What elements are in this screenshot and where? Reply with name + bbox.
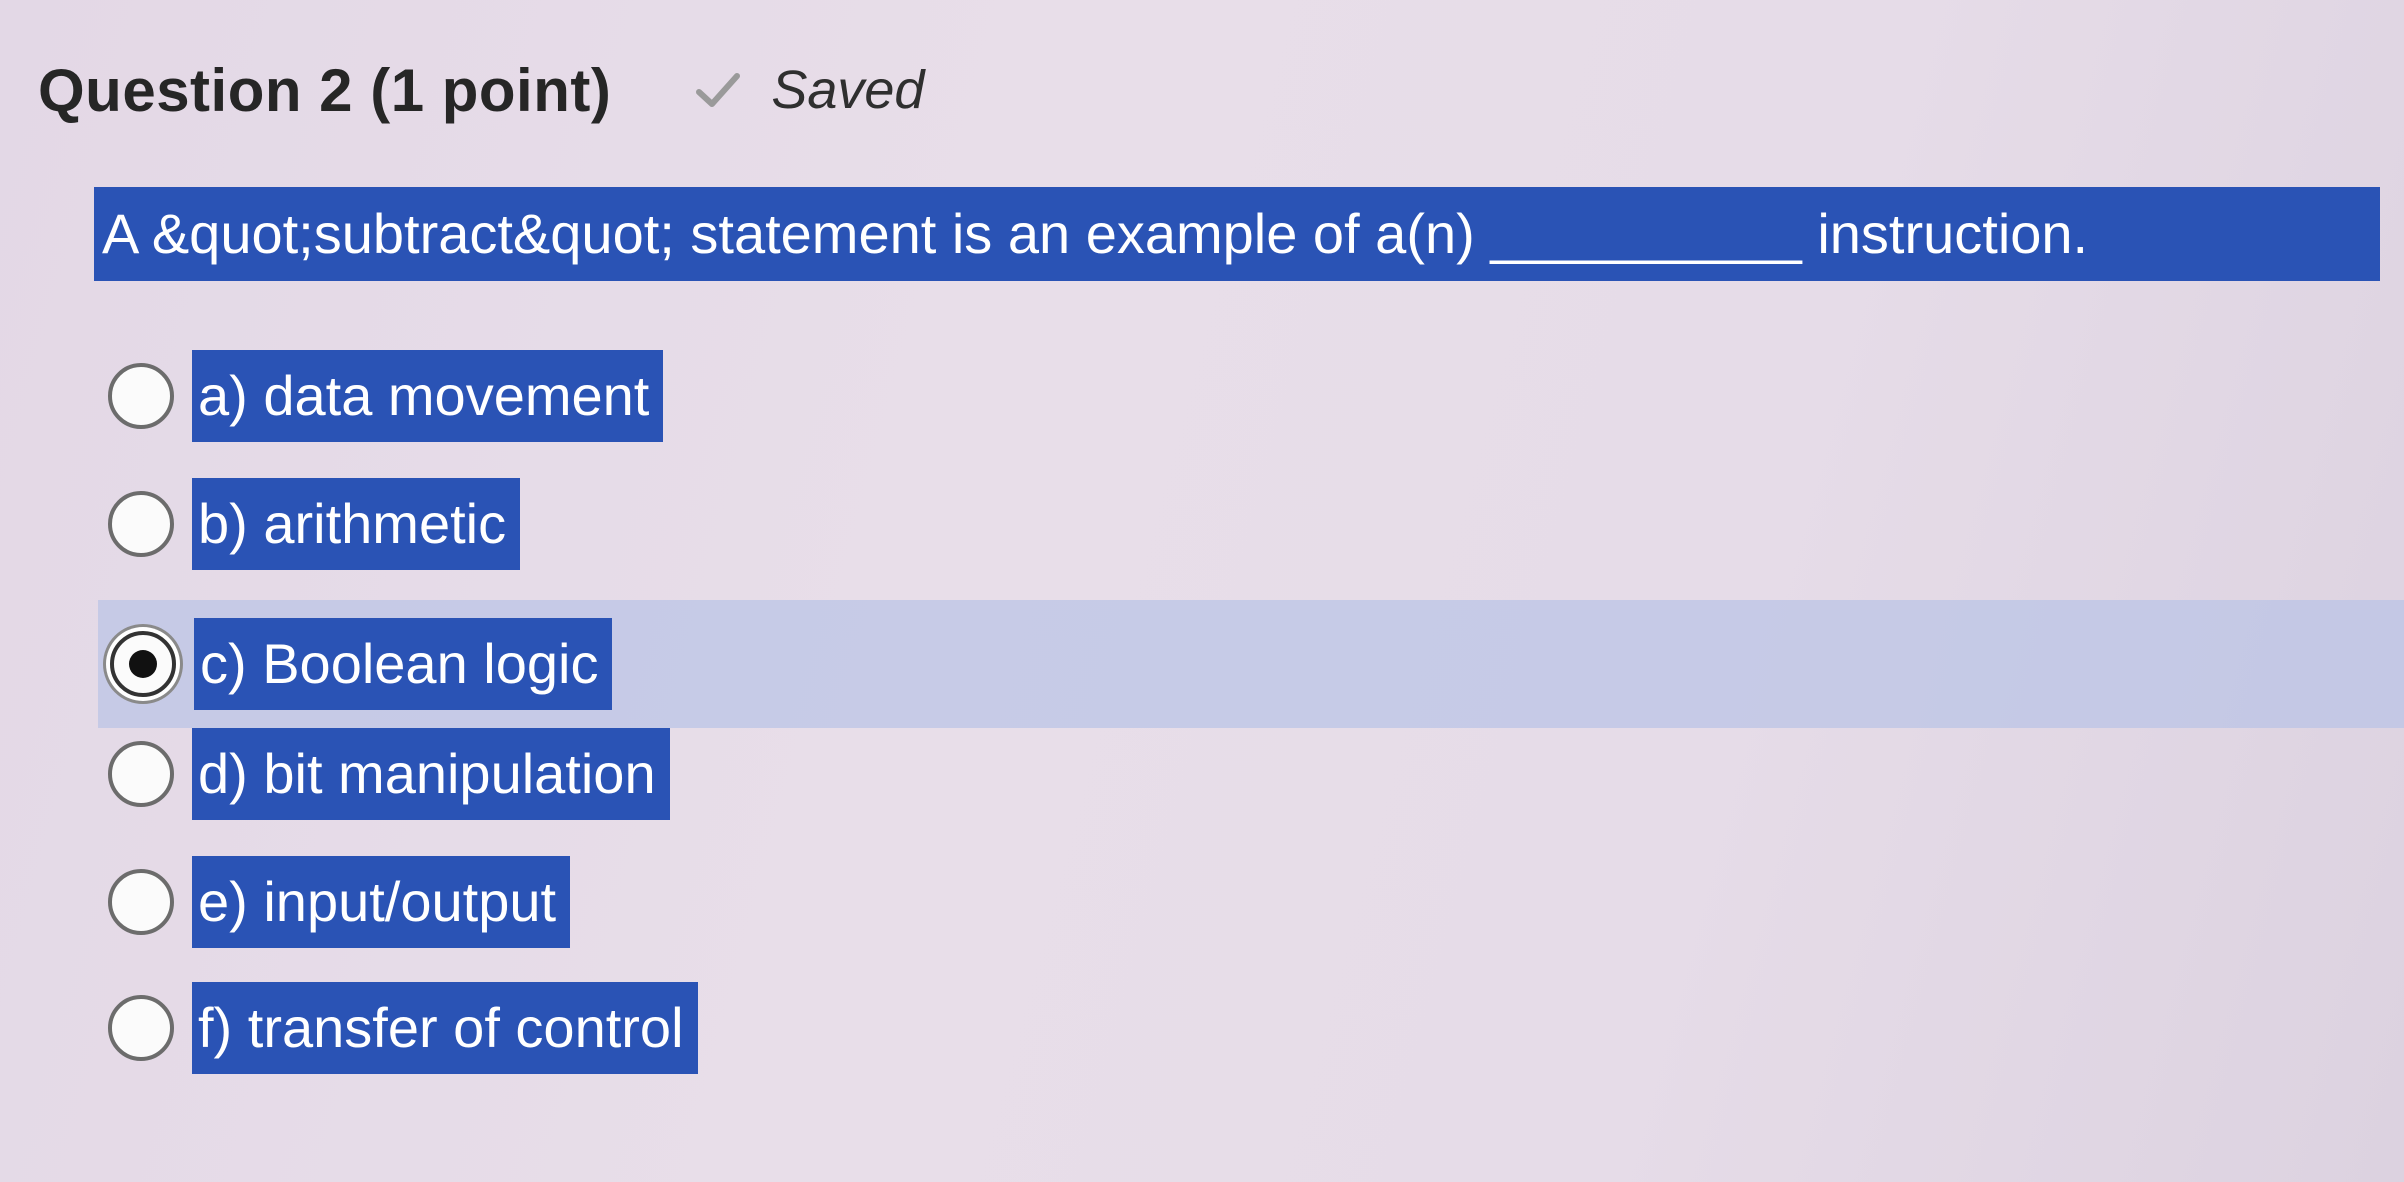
quiz-question: Question 2 (1 point) Saved A &quot;subtr… — [0, 0, 2404, 1182]
radio-button-c[interactable] — [110, 631, 176, 697]
radio-button-e[interactable] — [108, 869, 174, 935]
radio-selected-dot — [129, 650, 157, 678]
question-text: A &quot;subtract&quot; statement is an e… — [94, 187, 2380, 281]
option-label-b[interactable]: b) arithmetic — [192, 478, 521, 570]
question-header: Question 2 (1 point) Saved — [38, 50, 924, 130]
option-label-c[interactable]: c) Boolean logic — [194, 618, 613, 710]
option-e[interactable]: e) input/output — [100, 856, 571, 948]
radio-button-d[interactable] — [108, 741, 174, 807]
checkmark-icon — [696, 73, 741, 107]
option-label-f[interactable]: f) transfer of control — [192, 982, 698, 1074]
option-label-e[interactable]: e) input/output — [192, 856, 571, 948]
option-f[interactable]: f) transfer of control — [100, 982, 698, 1074]
radio-button-f[interactable] — [108, 995, 174, 1061]
option-a[interactable]: a) data movement — [100, 350, 664, 442]
option-c[interactable]: c) Boolean logic — [98, 600, 2404, 728]
saved-status: Saved — [695, 59, 924, 121]
option-b[interactable]: b) arithmetic — [100, 478, 521, 570]
option-label-d[interactable]: d) bit manipulation — [192, 728, 670, 820]
radio-button-a[interactable] — [108, 363, 174, 429]
question-title: Question 2 (1 point) — [38, 56, 612, 124]
option-d[interactable]: d) bit manipulation — [100, 728, 670, 820]
saved-label: Saved — [771, 60, 925, 120]
radio-button-b[interactable] — [108, 491, 174, 557]
option-label-a[interactable]: a) data movement — [192, 350, 664, 442]
